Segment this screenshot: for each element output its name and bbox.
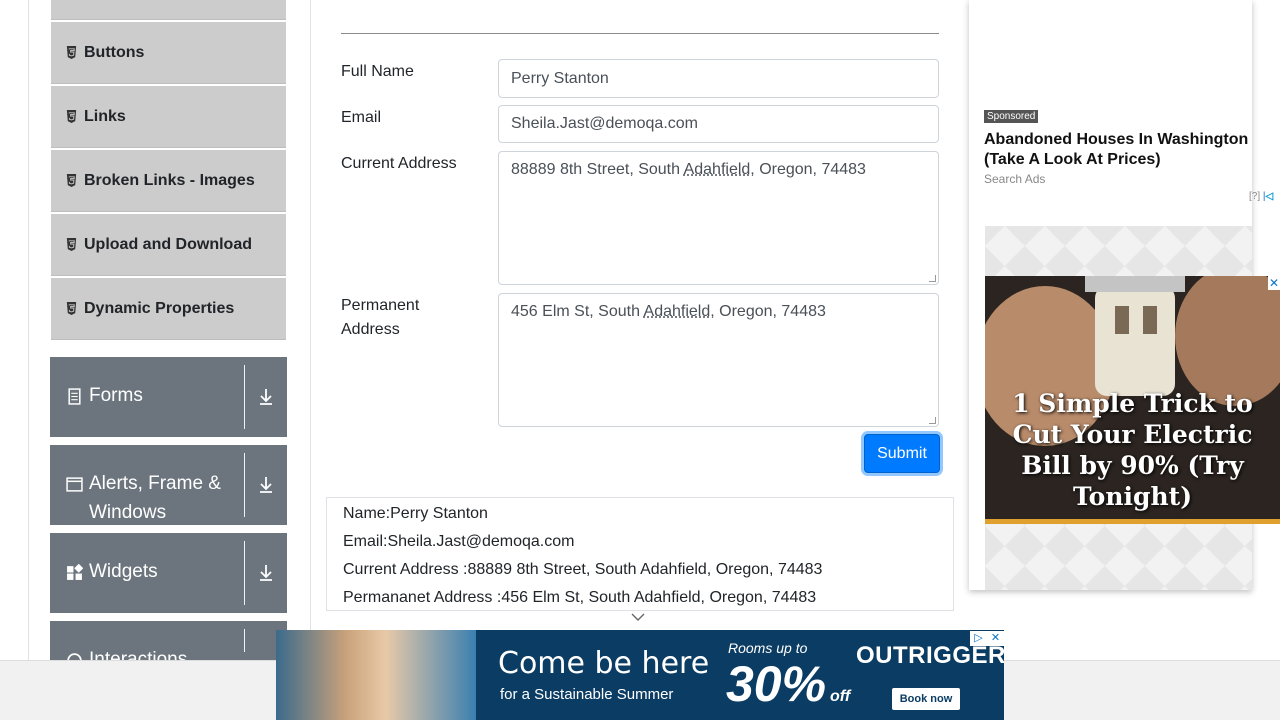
- ad-headline-link[interactable]: Abandoned Houses In Washington (Take A L…: [984, 130, 1264, 170]
- divider: [244, 453, 245, 517]
- book-now-button[interactable]: Book now: [892, 688, 960, 710]
- window-icon: [66, 477, 83, 492]
- email-input[interactable]: [498, 105, 939, 143]
- permanent-address-text-start: 456 Elm St, South: [511, 303, 644, 320]
- divider: [244, 541, 245, 605]
- banner-percent: 30%: [726, 656, 827, 712]
- spelling-flag-word: Adahfield: [643, 303, 711, 320]
- html5-icon: [66, 302, 77, 315]
- download-icon[interactable]: [245, 445, 287, 525]
- video-progress-bar: [985, 519, 1280, 524]
- sidebar-divider: [310, 0, 311, 720]
- html5-icon: [66, 174, 77, 187]
- output-permanent-address: Permananet Address :456 Elm St, South Ad…: [343, 589, 817, 606]
- sidebar-item-label: Upload and Download: [84, 235, 252, 253]
- sidebar-group-forms[interactable]: Forms: [50, 357, 287, 437]
- sidebar-item-upload-download[interactable]: Upload and Download: [51, 214, 286, 276]
- spelling-flag-word: Adahfield: [683, 161, 751, 178]
- sidebar-group-label: Forms: [89, 385, 143, 406]
- sponsored-badge: Sponsored: [984, 110, 1039, 123]
- sidebar-item-dynamic-properties[interactable]: Dynamic Properties: [51, 278, 286, 340]
- download-icon[interactable]: [245, 533, 287, 613]
- output-panel: Name:Perry Stanton Email:Sheila.Jast@dem…: [326, 497, 954, 611]
- sidebar-item-broken-links[interactable]: Broken Links - Images: [51, 150, 286, 212]
- banner-brand-logo: OUTRIGGER.: [856, 642, 1004, 669]
- html5-icon: [66, 46, 77, 59]
- bottom-banner-ad[interactable]: Come be here for a Sustainable Summer Ro…: [276, 630, 1004, 720]
- banner-photo: [276, 630, 476, 720]
- permanent-address-label: Permanent Address: [341, 297, 420, 338]
- sidebar-group-interactions[interactable]: Interactions: [50, 621, 287, 660]
- html5-icon: [66, 238, 77, 251]
- adchoices-icon[interactable]: ▷: [970, 631, 987, 646]
- chevron-down-icon[interactable]: [631, 612, 645, 622]
- submit-button[interactable]: Submit: [864, 434, 940, 473]
- sidebar-item-partial[interactable]: [51, 0, 286, 20]
- ad-source[interactable]: Search Ads: [984, 172, 1045, 186]
- current-address-textarea[interactable]: 88889 8th Street, South Adahfield, Orego…: [498, 151, 939, 285]
- close-icon[interactable]: ✕: [1268, 276, 1280, 290]
- interactions-icon: [67, 653, 82, 660]
- sidebar-group-alerts[interactable]: Alerts, Frame & Windows: [50, 445, 287, 525]
- left-divider: [28, 0, 29, 720]
- sidebar-group-label: Alerts, Frame & Windows: [89, 473, 221, 523]
- close-icon[interactable]: ✕: [987, 631, 1004, 646]
- video-ad[interactable]: 1 Simple Trick to Cut Your Electric Bill…: [985, 276, 1280, 524]
- document-icon: [68, 388, 81, 405]
- divider: [244, 365, 245, 429]
- permanent-address-textarea[interactable]: 456 Elm St, South Adahfield, Oregon, 744…: [498, 293, 939, 427]
- widgets-icon: [67, 564, 83, 580]
- current-address-label: Current Address: [341, 155, 457, 172]
- sidebar-item-label: Broken Links - Images: [84, 171, 255, 189]
- divider: [244, 629, 245, 652]
- sidebar-group-label: Interactions: [89, 649, 188, 660]
- sidebar-item-label: Links: [84, 107, 126, 125]
- page: Buttons Links Broken Links - Images Uplo…: [0, 0, 1280, 720]
- sidebar-item-links[interactable]: Links: [51, 86, 286, 148]
- ad-controls: ▷ ✕: [970, 631, 1004, 646]
- full-name-label: Full Name: [341, 63, 414, 80]
- output-email: Email:Sheila.Jast@demoqa.com: [343, 533, 575, 550]
- ad-help-text: [?]: [1249, 191, 1261, 202]
- html5-icon: [66, 110, 77, 123]
- download-icon[interactable]: [245, 357, 287, 437]
- ad-help-link[interactable]: [?] |◁: [1249, 191, 1273, 202]
- banner-off: off: [830, 688, 851, 705]
- resize-handle[interactable]: [929, 417, 936, 424]
- adchoices-icon: ◁: [1265, 191, 1274, 202]
- output-name: Name:Perry Stanton: [343, 505, 488, 522]
- video-caption: 1 Simple Trick to Cut Your Electric Bill…: [1012, 389, 1253, 511]
- full-name-input[interactable]: [498, 59, 939, 98]
- sidebar-group-widgets[interactable]: Widgets: [50, 533, 287, 613]
- sidebar-item-label: Dynamic Properties: [84, 299, 235, 317]
- banner-headline: Come be here: [498, 646, 710, 681]
- sidebar-item-buttons[interactable]: Buttons: [51, 22, 286, 84]
- current-address-text-end: , Oregon, 74483: [750, 161, 866, 178]
- output-current-address: Current Address :88889 8th Street, South…: [343, 561, 823, 578]
- resize-handle[interactable]: [929, 275, 936, 282]
- banner-subline: for a Sustainable Summer: [500, 686, 674, 703]
- permanent-address-text-end: , Oregon, 74483: [710, 303, 826, 320]
- email-label: Email: [341, 109, 382, 126]
- sidebar-item-label: Buttons: [84, 43, 145, 61]
- sidebar-group-label: Widgets: [89, 561, 158, 582]
- current-address-text-start: 88889 8th Street, South: [511, 161, 684, 178]
- form-divider: [341, 33, 939, 34]
